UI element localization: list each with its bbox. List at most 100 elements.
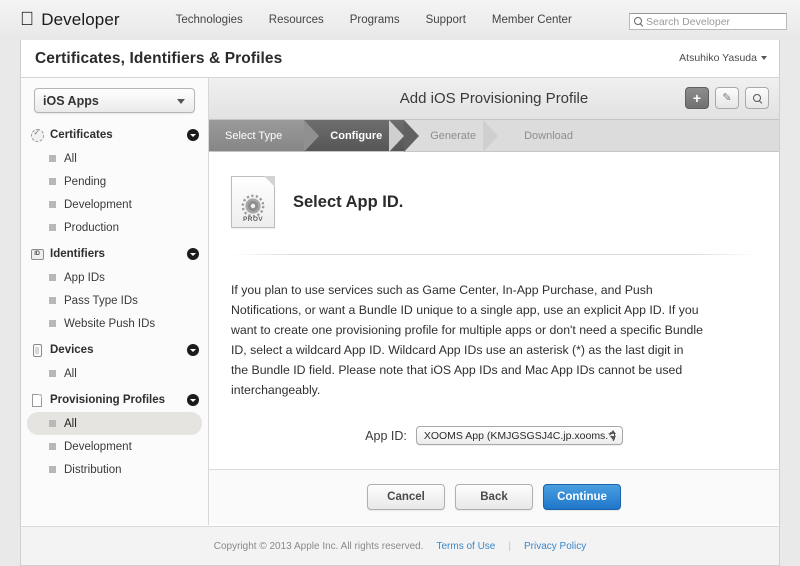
bullet-icon xyxy=(49,178,56,185)
sidebar-item-label: All xyxy=(64,417,77,430)
bullet-icon xyxy=(49,320,56,327)
page-title: Certificates, Identifiers & Profiles xyxy=(35,49,283,67)
main-title: Add iOS Provisioning Profile xyxy=(399,90,589,107)
account-menu[interactable]: Atsuhiko Yasuda xyxy=(679,52,767,64)
action-bar: Cancel Back Continue xyxy=(209,469,779,524)
chevron-down-icon xyxy=(761,56,767,60)
privacy-policy-link[interactable]: Privacy Policy xyxy=(524,541,586,552)
step-select-type[interactable]: Select Type xyxy=(209,120,320,152)
sidebar-section-devices: Devices All xyxy=(21,338,208,385)
chevron-down-icon xyxy=(177,99,185,104)
sidebar-section-label: Identifiers xyxy=(50,248,105,260)
magnifier-icon xyxy=(752,93,763,104)
device-phone-icon xyxy=(30,343,44,357)
bullet-icon xyxy=(49,443,56,450)
sidebar-item-label: Production xyxy=(64,221,119,234)
step-label: Configure xyxy=(330,129,383,142)
bullet-icon xyxy=(49,155,56,162)
global-navigation-bar:  Developer Technologies Resources Progr… xyxy=(0,0,800,40)
main-panel: Add iOS Provisioning Profile + ✎ Select … xyxy=(209,78,779,525)
sidebar-item-certificates-production[interactable]: Production xyxy=(27,216,202,239)
sidebar-item-devices-all[interactable]: All xyxy=(27,362,202,385)
bullet-icon xyxy=(49,201,56,208)
add-button[interactable]: + xyxy=(685,87,709,109)
provisioning-icon-label: PROV xyxy=(242,216,264,223)
sidebar-item-certificates-development[interactable]: Development xyxy=(27,193,202,216)
sidebar-section-header-certificates[interactable]: Certificates xyxy=(21,123,208,147)
sidebar-item-label: Website Push IDs xyxy=(64,317,156,330)
edit-button[interactable]: ✎ xyxy=(715,87,739,109)
terms-of-use-link[interactable]: Terms of Use xyxy=(436,541,495,552)
sidebar-section-header-devices[interactable]: Devices xyxy=(21,338,208,362)
sidebar-item-label: Development xyxy=(64,440,132,453)
gnav-member-center[interactable]: Member Center xyxy=(492,14,572,26)
sidebar-item-label: All xyxy=(64,152,77,165)
app-id-select[interactable]: XOOMS App (KMJGSGSJ4C.jp.xooms.*) xyxy=(415,426,623,446)
sidebar-section-provisioning-profiles: Provisioning Profiles All Development Di… xyxy=(21,388,208,481)
main-header: Add iOS Provisioning Profile + ✎ xyxy=(209,78,779,120)
section-title: Select App ID. xyxy=(293,192,404,211)
sidebar-item-label: Development xyxy=(64,198,132,211)
identifier-id-icon: ID xyxy=(30,247,44,261)
header-action-buttons: + ✎ xyxy=(685,87,769,109)
sidebar-item-label: Pending xyxy=(64,175,107,188)
sidebar-item-pass-type-ids[interactable]: Pass Type IDs xyxy=(27,289,202,312)
sidebar-section-label: Provisioning Profiles xyxy=(50,394,166,406)
search-input[interactable] xyxy=(646,15,781,28)
sidebar-section-label: Certificates xyxy=(50,129,113,141)
developer-brand[interactable]:  Developer xyxy=(20,10,120,30)
step-label: Download xyxy=(524,129,574,142)
search-icon xyxy=(633,16,644,27)
section-description: If you plan to use services such as Game… xyxy=(231,283,703,397)
disclosure-collapse-icon[interactable] xyxy=(187,344,199,356)
search-button[interactable] xyxy=(745,87,769,109)
sidebar-item-label: Pass Type IDs xyxy=(64,294,138,307)
bullet-icon xyxy=(49,466,56,473)
sidebar-item-profiles-development[interactable]: Development xyxy=(27,435,202,458)
page-footer: Copyright © 2013 Apple Inc. All rights r… xyxy=(20,526,780,566)
app-id-selected-value: XOOMS App (KMJGSGSJ4C.jp.xooms.*) xyxy=(423,429,616,442)
sidebar-section-label: Devices xyxy=(50,344,94,356)
platform-select[interactable]: iOS Apps xyxy=(34,88,195,113)
sidebar-item-profiles-distribution[interactable]: Distribution xyxy=(27,458,202,481)
page-subheader: Certificates, Identifiers & Profiles Ats… xyxy=(21,40,779,78)
cancel-button[interactable]: Cancel xyxy=(367,484,445,510)
global-search-box[interactable] xyxy=(629,13,787,30)
sidebar-item-website-push-ids[interactable]: Website Push IDs xyxy=(27,312,202,335)
gnav-support[interactable]: Support xyxy=(426,14,466,26)
apple-logo-icon:  xyxy=(20,10,34,29)
sidebar-item-certificates-pending[interactable]: Pending xyxy=(27,170,202,193)
gnav-technologies[interactable]: Technologies xyxy=(176,14,243,26)
sidebar-item-app-ids[interactable]: App IDs xyxy=(27,266,202,289)
pencil-edit-icon: ✎ xyxy=(722,91,732,104)
sidebar-item-label: App IDs xyxy=(64,271,105,284)
bullet-icon xyxy=(49,274,56,281)
section-heading: PROV Select App ID. xyxy=(231,176,757,228)
sidebar-item-label: Distribution xyxy=(64,463,122,476)
sidebar-item-profiles-all[interactable]: All xyxy=(27,412,202,435)
disclosure-collapse-icon[interactable] xyxy=(187,394,199,406)
section-divider xyxy=(231,254,757,255)
bullet-icon xyxy=(49,224,56,231)
copyright-text: Copyright © 2013 Apple Inc. All rights r… xyxy=(213,540,424,552)
step-breadcrumb: Select Type Configure Generate Download xyxy=(209,120,779,152)
select-stepper-icon xyxy=(609,430,616,441)
profile-document-icon xyxy=(30,393,44,407)
certificate-seal-icon xyxy=(30,128,44,142)
account-name: Atsuhiko Yasuda xyxy=(679,52,757,64)
content-pane: PROV Select App ID. If you plan to use s… xyxy=(209,152,779,524)
sidebar-item-certificates-all[interactable]: All xyxy=(27,147,202,170)
sidebar-section-header-provisioning-profiles[interactable]: Provisioning Profiles xyxy=(21,388,208,412)
disclosure-collapse-icon[interactable] xyxy=(187,248,199,260)
gnav-programs[interactable]: Programs xyxy=(350,14,400,26)
sidebar-section-identifiers: ID Identifiers App IDs Pass Type IDs Web… xyxy=(21,242,208,335)
disclosure-collapse-icon[interactable] xyxy=(187,129,199,141)
sidebar-section-header-identifiers[interactable]: ID Identifiers xyxy=(21,242,208,266)
provisioning-profile-icon: PROV xyxy=(231,176,275,228)
page-fold-corner-icon xyxy=(264,176,275,187)
app-window:  Developer Technologies Resources Progr… xyxy=(0,0,800,566)
gnav-resources[interactable]: Resources xyxy=(269,14,324,26)
back-button[interactable]: Back xyxy=(455,484,533,510)
continue-button[interactable]: Continue xyxy=(543,484,621,510)
plus-icon: + xyxy=(692,90,702,106)
